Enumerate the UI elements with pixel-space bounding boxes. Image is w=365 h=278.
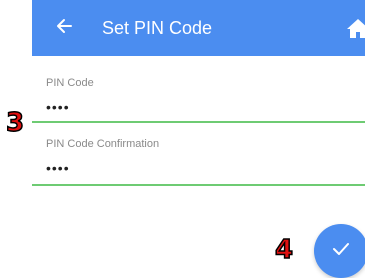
app-bar: Set PIN Code (32, 0, 365, 56)
confirm-fab-button[interactable] (314, 224, 365, 278)
page-title: Set PIN Code (102, 18, 213, 38)
pin-code-confirmation-underline (32, 184, 365, 186)
pin-code-input[interactable]: •••• (46, 100, 70, 114)
home-button[interactable] (346, 18, 365, 38)
pin-code-underline (32, 121, 365, 123)
arrow-left-icon (55, 17, 73, 40)
check-icon (331, 239, 351, 264)
back-button[interactable] (52, 16, 76, 40)
pin-code-label: PIN Code (46, 77, 94, 89)
pin-code-confirmation-input[interactable]: •••• (46, 161, 70, 175)
annotation-marker-3: 3 (5, 108, 25, 138)
annotation-marker-4: 4 (274, 235, 294, 265)
home-icon (346, 19, 365, 38)
pin-code-confirmation-label: PIN Code Confirmation (46, 138, 160, 150)
